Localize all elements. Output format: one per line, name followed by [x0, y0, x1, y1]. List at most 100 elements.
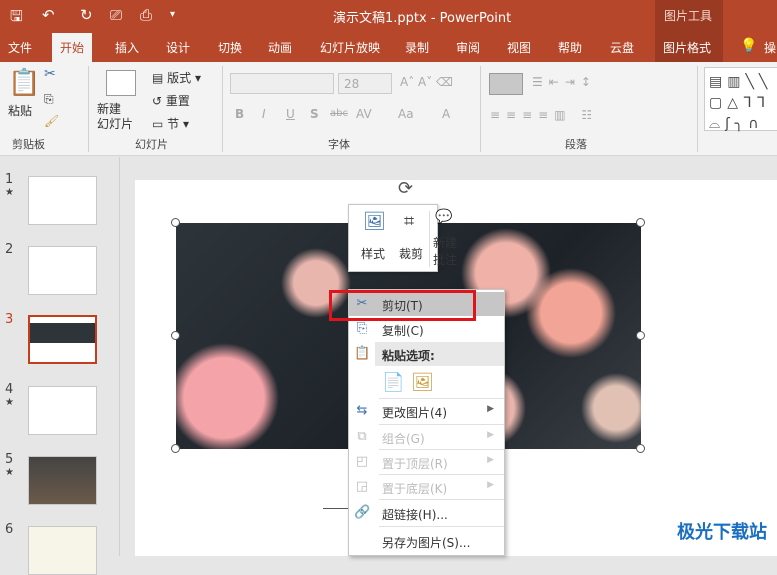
copy-icon[interactable]: ⎘: [44, 92, 54, 107]
preview-icon[interactable]: ⎙: [140, 6, 152, 24]
resize-handle[interactable]: [636, 444, 645, 453]
picture-tools-label: 图片工具: [664, 9, 713, 23]
resize-handle[interactable]: [636, 331, 645, 340]
tab-animations[interactable]: 动画: [268, 39, 292, 56]
section-button[interactable]: ▭ 节 ▾: [152, 115, 189, 132]
animation-star-icon: ★: [5, 397, 14, 408]
submenu-arrow-icon: ▶: [487, 404, 494, 414]
change-case-button[interactable]: Aa: [398, 107, 414, 121]
slide-thumbnail-4[interactable]: [28, 386, 97, 435]
tab-picture-format[interactable]: 图片格式: [663, 39, 711, 56]
menu-item-hyperlink[interactable]: 🔗 超链接(H)...: [349, 501, 504, 525]
menu-item-bring-to-front[interactable]: ◰ 置于顶层(R) ▶: [349, 450, 504, 474]
crop-button[interactable]: 裁剪: [399, 245, 423, 262]
font-name-select[interactable]: [230, 73, 334, 94]
slide-number: 6: [5, 522, 14, 537]
shapes-gallery[interactable]: ▤▥╲╲ ▢△ᒣᒣ ⌓ʃ╮∩: [704, 67, 777, 132]
italic-button[interactable]: I: [262, 107, 266, 121]
group-slides: 幻灯片: [135, 138, 168, 151]
link-icon: 🔗: [354, 505, 371, 520]
undo-icon[interactable]: ↶: [42, 6, 55, 24]
menu-label: 组合(G): [382, 432, 425, 446]
paste-as-picture-icon[interactable]: 🖼: [411, 372, 434, 393]
font-size-select[interactable]: 28: [338, 73, 392, 94]
style-button[interactable]: 样式: [361, 245, 385, 262]
slide-number: 1: [5, 172, 14, 187]
send-back-icon: ◲: [355, 479, 369, 494]
tab-view[interactable]: 视图: [507, 39, 531, 56]
slide-thumbnail-2[interactable]: [28, 246, 97, 295]
mini-toolbar: 🖼 样式 ⌗ 裁剪 💬 新建 批注: [348, 204, 457, 272]
menu-item-group[interactable]: ⧉ 组合(G) ▶: [349, 425, 504, 449]
menu-label: 另存为图片(S)...: [382, 536, 471, 550]
context-menu: ✂ 剪切(T) ⎘ 复制(C) 📋 粘贴选项: 📄 🖼 ⇆ 更改图片(4) ▶ ⧉ 组合(G…: [348, 289, 505, 556]
menu-item-change-picture[interactable]: ⇆ 更改图片(4) ▶: [349, 399, 504, 423]
cut-icon[interactable]: ✂: [44, 66, 56, 82]
paste-icon[interactable]: 📋: [8, 68, 40, 98]
slide-thumbnail-3-selected[interactable]: [28, 315, 97, 364]
customize-icon[interactable]: ▾: [170, 9, 175, 20]
menu-item-save-as-picture[interactable]: 另存为图片(S)...: [349, 529, 504, 553]
copy-icon: ⎘: [356, 321, 368, 336]
menu-label: 超链接(H)...: [382, 508, 448, 522]
crop-icon[interactable]: ⌗: [404, 211, 414, 232]
tab-slideshow[interactable]: 幻灯片放映: [320, 39, 380, 56]
tell-me[interactable]: 操: [764, 39, 776, 56]
bold-button[interactable]: B: [235, 107, 244, 121]
lightbulb-icon[interactable]: 💡: [740, 38, 757, 54]
underline-button[interactable]: U: [286, 107, 295, 121]
paste-keep-text-icon[interactable]: 📄: [382, 372, 404, 393]
slide-number: 4: [5, 382, 14, 397]
reset-button[interactable]: ↺ 重置: [152, 92, 190, 109]
paste-button[interactable]: 粘贴: [8, 102, 32, 119]
ribbon: 📋 粘贴 ✂ ⎘ 🖌 剪贴板 新建 幻灯片 ▤ 版式 ▾ ↺ 重置 ▭ 节 ▾ …: [0, 62, 777, 156]
slide-number: 5: [5, 452, 14, 467]
slide-thumbnail-6[interactable]: [28, 526, 97, 575]
rotate-handle-icon[interactable]: ⟳: [398, 178, 413, 199]
menu-item-send-to-back[interactable]: ◲ 置于底层(K) ▶: [349, 475, 504, 499]
slide-thumbnail-1[interactable]: [28, 176, 97, 225]
new-slide-icon[interactable]: [106, 70, 136, 96]
watermark-text: 极光下载站: [677, 522, 767, 543]
save-icon[interactable]: 🖫: [10, 6, 23, 31]
resize-handle[interactable]: [636, 218, 645, 227]
layout-button[interactable]: ▤ 版式 ▾: [152, 69, 201, 86]
tab-cloud[interactable]: 云盘: [610, 39, 634, 56]
redo-icon[interactable]: ↻: [80, 6, 93, 24]
submenu-arrow-icon: ▶: [487, 430, 494, 440]
reset-label: 重置: [165, 94, 190, 108]
alignment-buttons[interactable]: ≡≡≡≡▥ ☷: [490, 108, 598, 122]
group-paragraph: 段落: [565, 138, 587, 151]
menu-label: 更改图片(4): [382, 406, 447, 420]
tab-help[interactable]: 帮助: [558, 39, 582, 56]
format-painter-icon[interactable]: 🖌: [44, 114, 59, 128]
slide-thumbnail-5[interactable]: [28, 456, 97, 505]
shadow-button[interactable]: S: [310, 107, 319, 121]
tab-insert[interactable]: 插入: [115, 39, 139, 56]
slide-number: 2: [5, 242, 14, 257]
resize-handle[interactable]: [171, 331, 180, 340]
strikethrough-button[interactable]: abc: [330, 108, 348, 119]
resize-handle[interactable]: [171, 218, 180, 227]
char-spacing-button[interactable]: AV: [356, 107, 372, 121]
grow-font-icon[interactable]: A˄ A˅ ⌫: [400, 75, 453, 89]
tab-file[interactable]: 文件: [8, 39, 32, 56]
paragraph-tools-row1[interactable]: ☰⇤⇥↕: [532, 75, 597, 89]
tab-design[interactable]: 设计: [166, 39, 190, 56]
new-slide-button[interactable]: 新建 幻灯片: [97, 102, 133, 132]
tab-transitions[interactable]: 切换: [218, 39, 242, 56]
tab-review[interactable]: 审阅: [456, 39, 480, 56]
watermark-logo: 极光下载站: [677, 518, 767, 544]
tab-record[interactable]: 录制: [405, 39, 429, 56]
bullets-button[interactable]: [489, 73, 523, 95]
resize-handle[interactable]: [171, 444, 180, 453]
new-comment-icon[interactable]: 💬: [435, 209, 452, 225]
tab-home[interactable]: 开始: [52, 33, 93, 62]
present-icon[interactable]: ⎚: [110, 6, 122, 24]
animation-star-icon: ★: [5, 187, 14, 198]
picture-style-icon[interactable]: 🖼: [363, 211, 386, 232]
new-comment-button[interactable]: 新建 批注: [433, 235, 463, 269]
menu-label: 置于底层(K): [382, 482, 448, 496]
font-color-button[interactable]: A: [442, 107, 450, 121]
paste-icon: 📋: [354, 346, 371, 361]
